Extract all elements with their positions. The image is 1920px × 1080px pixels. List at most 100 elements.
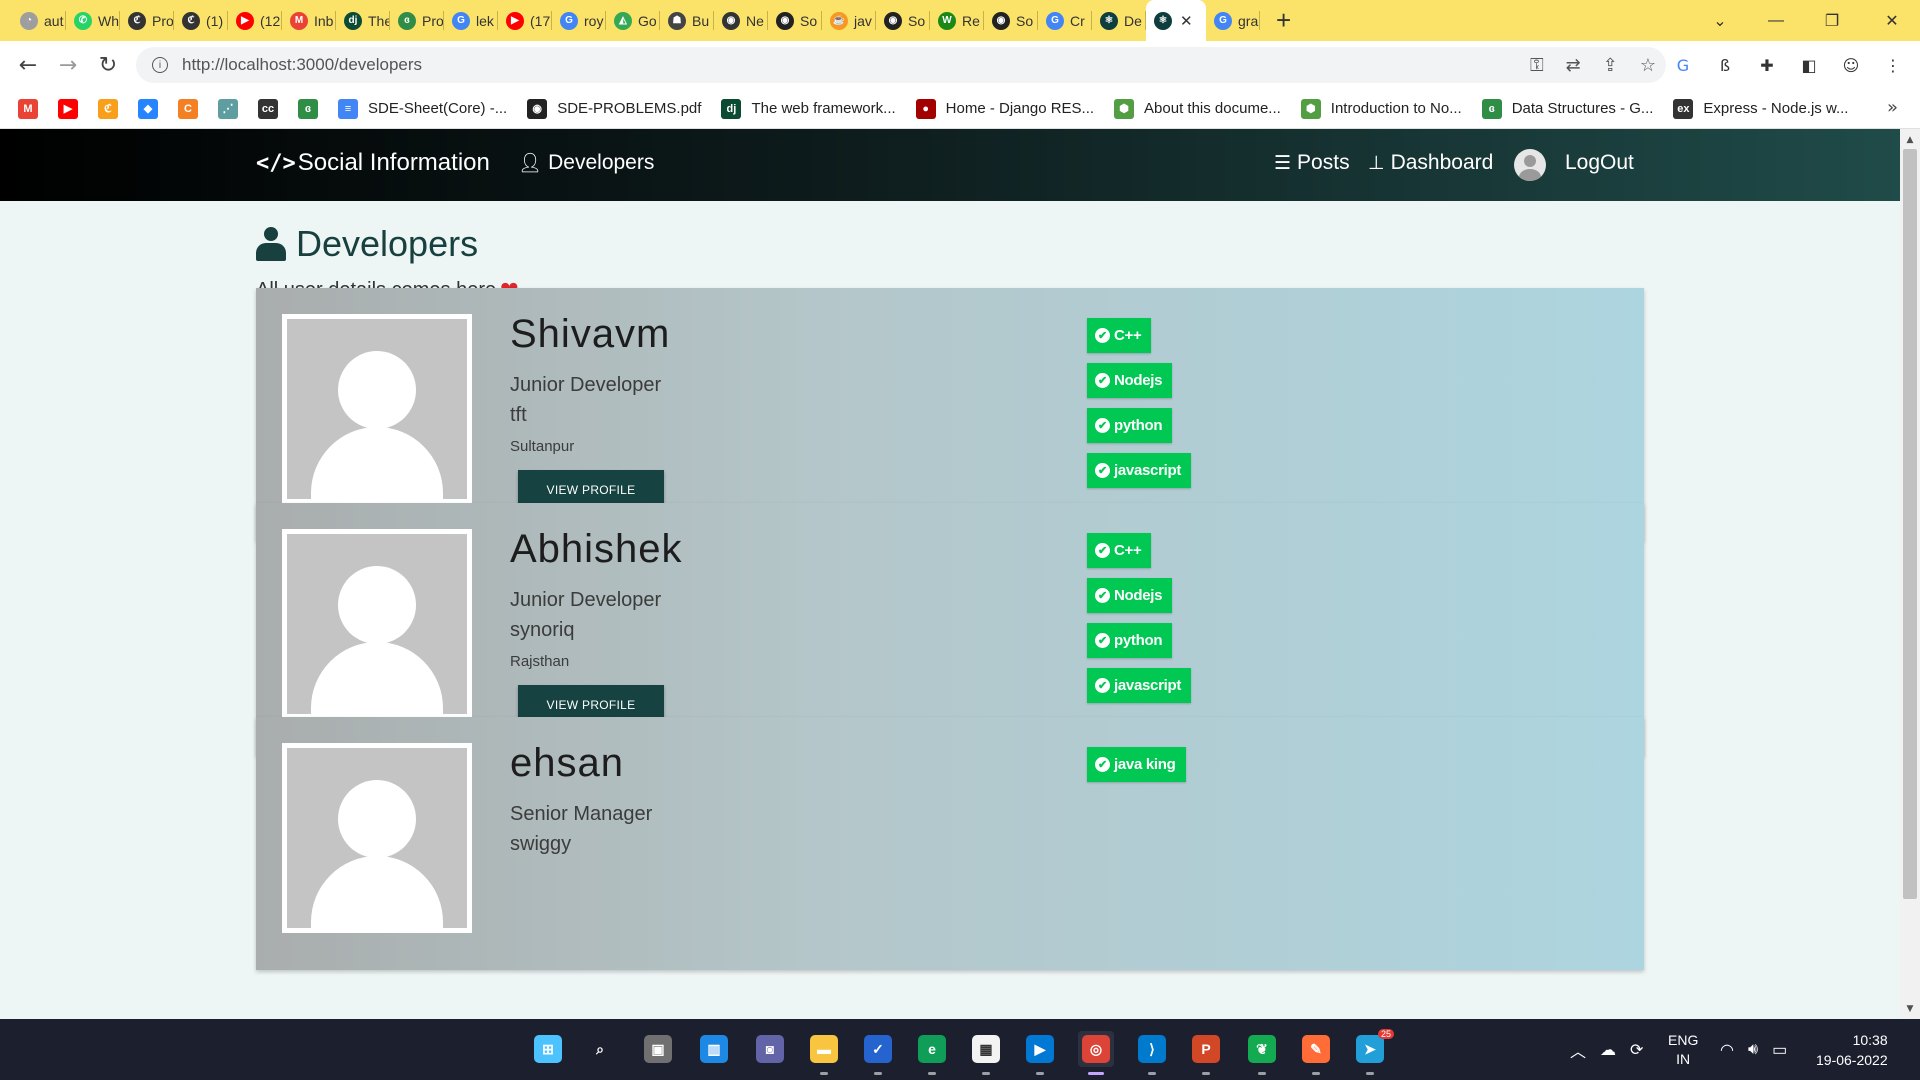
bookmark-item[interactable]: ◉ SDE-PROBLEMS.pdf (527, 98, 701, 119)
address-bar[interactable]: i http://localhost:3000/developers ⚿ ⇄ ⇪… (136, 47, 1666, 83)
gfg-icon[interactable]: ɞ (298, 98, 318, 119)
cc-icon[interactable]: cc (258, 98, 278, 119)
page-scrollbar[interactable]: ▲ ▼ (1900, 129, 1920, 1019)
mongodb-compass-icon[interactable]: ❦ (1244, 1031, 1280, 1075)
tab-title: jav (854, 12, 872, 29)
restore-icon[interactable]: ❐ (1804, 0, 1860, 41)
browser-tab-strip: ◔ aut ✆ Wh ℭ Pro ℭ (1) ▶ (12 M Inb dj The ɞ Pro Glek ▶ (17… (0, 0, 1920, 41)
browser-tab[interactable]: Glek (444, 0, 498, 41)
browser-tab[interactable]: ◉ So (876, 0, 930, 41)
new-tab-button[interactable]: + (1276, 5, 1291, 36)
browser-tab[interactable]: ◉ Ne (714, 0, 768, 41)
browser-tab[interactable]: ✆ Wh (66, 0, 120, 41)
bookmark-item[interactable]: ex Express - Node.js w... (1673, 98, 1848, 119)
nav-posts[interactable]: ☰ Posts (1274, 151, 1350, 175)
telegram-icon[interactable]: ➤ 25 (1352, 1029, 1394, 1075)
browser-tab[interactable]: Groy (552, 0, 606, 41)
teams-chat-icon[interactable]: ◙ (752, 1031, 788, 1067)
browser-tab[interactable]: W Re (930, 0, 984, 41)
share-icon[interactable]: ⇪ (1603, 55, 1618, 76)
password-key-icon[interactable]: ⚿ (1530, 55, 1544, 76)
back-icon[interactable]: ← (8, 45, 48, 85)
clock[interactable]: 10:38 19-06-2022 (1816, 1019, 1888, 1080)
browser-tab[interactable]: ☗ Bu (660, 0, 714, 41)
tab-title: Re (962, 12, 980, 29)
minimize-icon[interactable]: — (1748, 0, 1804, 41)
widgets-icon[interactable]: ▥ (696, 1031, 732, 1067)
search-icon[interactable]: ⌕ (582, 1031, 618, 1067)
graph-icon[interactable]: ⋰ (218, 98, 238, 119)
postman-icon[interactable]: ✎ (1298, 1031, 1334, 1075)
site-info-icon[interactable]: i (152, 57, 168, 73)
gmail-icon[interactable]: M (18, 98, 38, 119)
file-explorer-icon[interactable]: ▬ (806, 1031, 842, 1075)
nav-developers[interactable]: 👤︎ Developers (518, 151, 654, 175)
side-panel-icon[interactable]: ◧ (1798, 54, 1820, 76)
youtube-icon[interactable]: ▶ (58, 98, 78, 119)
leetcode-icon[interactable]: ℭ (98, 98, 118, 119)
extension-icon[interactable]: ß (1714, 54, 1736, 76)
scroll-up-icon[interactable]: ▲ (1900, 131, 1920, 148)
codechef-icon[interactable]: C (178, 98, 198, 119)
bookmark-item[interactable]: ⬢ Introduction to No... (1300, 98, 1462, 119)
profile-avatar-icon[interactable]: ☺ (1840, 54, 1862, 76)
nav-logout[interactable]: LogOut (1565, 151, 1634, 175)
close-window-icon[interactable]: ✕ (1864, 0, 1920, 41)
edge-icon[interactable]: e (914, 1031, 950, 1075)
time-text: 10:38 (1852, 1031, 1888, 1048)
url-text[interactable]: http://localhost:3000/developers (182, 55, 422, 75)
browser-tab[interactable]: M Inb (282, 0, 336, 41)
brand-link[interactable]: </> Social Information (256, 149, 490, 177)
browser-tab[interactable]: ℭ Pro (120, 0, 174, 41)
jira-icon[interactable]: ◆ (138, 98, 158, 119)
powerpoint-icon[interactable]: P (1188, 1031, 1224, 1075)
user-avatar[interactable] (1514, 149, 1546, 181)
language-indicator[interactable]: ENG IN (1668, 1019, 1698, 1080)
bookmark-star-icon[interactable]: ☆ (1640, 55, 1656, 76)
browser-tab[interactable]: ◭ Go (606, 0, 660, 41)
network-sound-battery[interactable]: ◠ 🔊︎ ▭ (1720, 1019, 1801, 1080)
bookmark-favicon-icon: dj (721, 98, 742, 119)
vscode-icon[interactable]: ⟩ (1134, 1031, 1170, 1075)
puzzle-extensions-icon[interactable]: ✚ (1756, 54, 1778, 76)
chevron-up-icon[interactable]: ︿ (1570, 1038, 1586, 1062)
browser-tab[interactable]: ▶ (17 (498, 0, 552, 41)
browser-tab[interactable]: ⚛ De (1092, 0, 1146, 41)
chrome-icon[interactable]: ◎ (1078, 1031, 1114, 1075)
chrome-menu-icon[interactable]: ⋮ (1882, 54, 1904, 76)
bookmark-item[interactable]: ≡ SDE-Sheet(Core) -... (338, 98, 507, 119)
browser-tab[interactable]: ◔ aut (12, 0, 66, 41)
browser-tab[interactable]: G Cr (1038, 0, 1092, 41)
store-icon[interactable]: ▦ (968, 1031, 1004, 1075)
close-tab-icon[interactable]: ✕ (1180, 12, 1193, 30)
browser-tab[interactable]: ⚛ ✕ (1146, 0, 1206, 41)
bookmark-item[interactable]: ⬢ About this docume... (1114, 98, 1281, 119)
todo-icon[interactable]: ✓ (860, 1031, 896, 1075)
bookmark-item[interactable]: dj The web framework... (721, 98, 896, 119)
scrollbar-thumb[interactable] (1903, 149, 1917, 899)
bookmarks-overflow-icon[interactable]: » (1887, 97, 1898, 118)
scroll-down-icon[interactable]: ▼ (1900, 1000, 1920, 1017)
browser-tab[interactable]: dj The (336, 0, 390, 41)
bookmark-item[interactable]: ɞ Data Structures - G... (1481, 98, 1653, 119)
omnibox-actions: ⚿ ⇄ ⇪ ☆ (1530, 47, 1656, 83)
media-player-icon[interactable]: ▶ (1022, 1031, 1058, 1075)
translate-icon[interactable]: ⇄ (1566, 55, 1581, 76)
browser-tab[interactable]: ℭ (1) (174, 0, 228, 41)
forward-icon[interactable]: → (48, 45, 88, 85)
browser-tab[interactable]: ◉ So (984, 0, 1038, 41)
tab-search-dropdown-icon[interactable]: ⌄ (1692, 0, 1748, 41)
browser-tab[interactable]: Ggra (1206, 0, 1260, 41)
sync-icon[interactable]: ⟳ (1630, 1040, 1643, 1060)
nav-dashboard[interactable]: ⊥ Dashboard (1368, 151, 1493, 175)
browser-tab[interactable]: ▶ (12 (228, 0, 282, 41)
google-translate-extension-icon[interactable]: G (1672, 54, 1694, 76)
reload-icon[interactable]: ↻ (88, 45, 128, 85)
bookmark-item[interactable]: ● Home - Django RES... (915, 98, 1094, 119)
windows-start-icon[interactable]: ⊞ (530, 1031, 566, 1067)
browser-tab[interactable]: ◉ So (768, 0, 822, 41)
task-view-icon[interactable]: ▣ (640, 1031, 676, 1067)
onedrive-icon[interactable]: ☁ (1600, 1040, 1616, 1060)
browser-tab[interactable]: ☕ jav (822, 0, 876, 41)
browser-tab[interactable]: ɞ Pro (390, 0, 444, 41)
